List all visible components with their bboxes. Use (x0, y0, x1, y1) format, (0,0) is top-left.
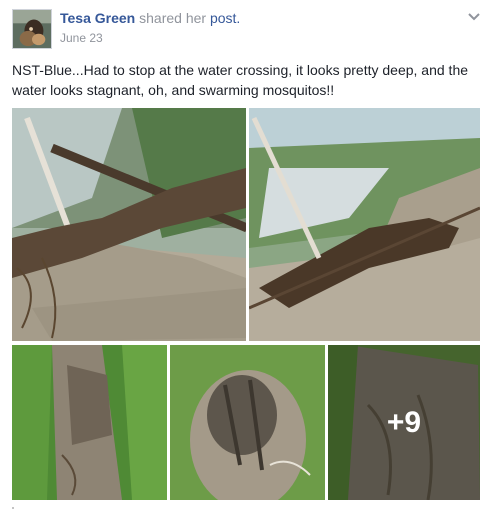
author-line: Tesa Green shared her post. (60, 10, 240, 26)
post-photo-3[interactable] (12, 345, 167, 500)
post-photo-2[interactable] (249, 108, 480, 341)
post-link[interactable]: post. (210, 10, 240, 26)
post-photo-4[interactable] (170, 345, 325, 500)
author-name[interactable]: Tesa Green (60, 10, 135, 26)
more-photos-overlay[interactable]: +9 (328, 345, 480, 500)
avatar[interactable] (12, 9, 52, 49)
timestamp[interactable]: June 23 (60, 31, 103, 45)
divider-dot (12, 507, 14, 509)
post-photo-1[interactable] (12, 108, 246, 341)
chevron-down-icon[interactable] (466, 8, 482, 24)
shared-text: shared her (139, 10, 207, 26)
post-header: Tesa Green shared her post. June 23 (0, 0, 492, 56)
post-text: NST-Blue...Had to stop at the water cros… (12, 62, 469, 98)
post-photo-5[interactable]: +9 (328, 345, 480, 500)
